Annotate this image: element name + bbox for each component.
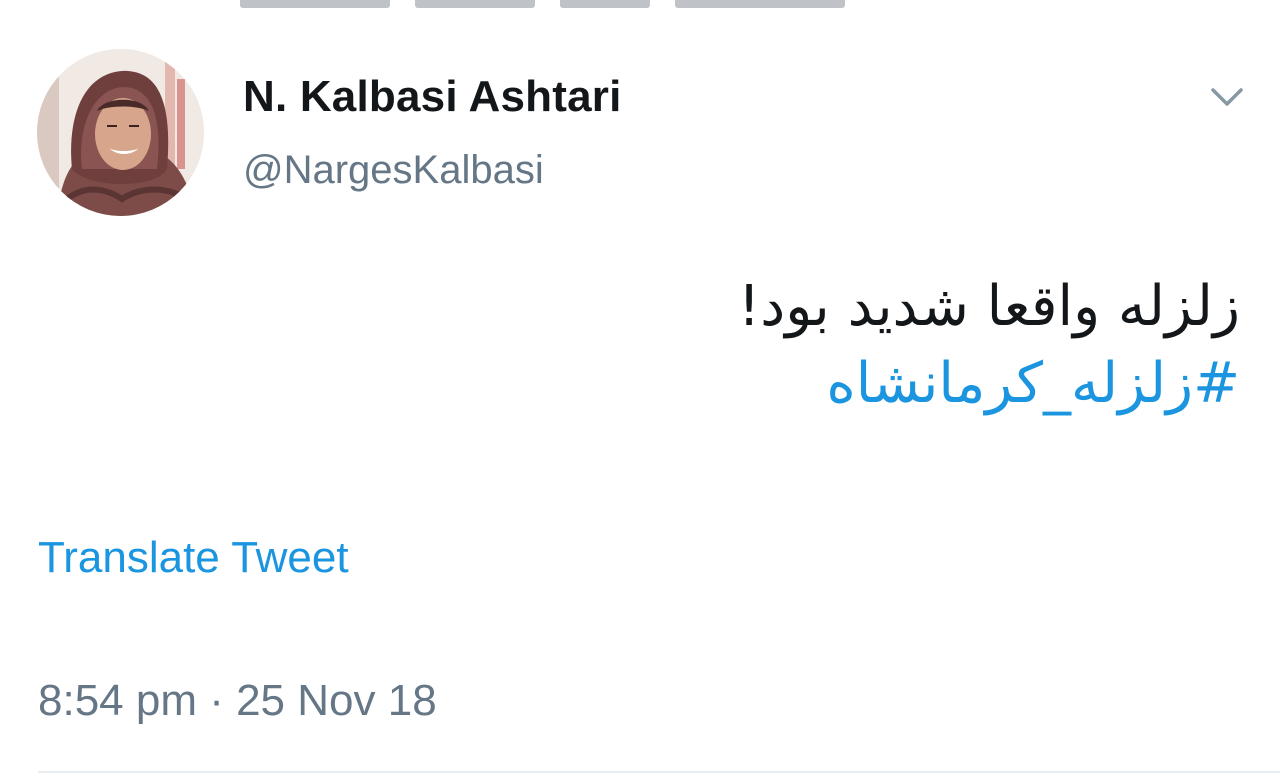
user-handle[interactable]: @NargesKalbasi: [243, 148, 544, 193]
avatar-photo: [37, 49, 204, 216]
tweet-body: زلزله واقعا شدید بود! #زلزله_کرمانشاه: [240, 262, 1240, 416]
tweet-text: زلزله واقعا شدید بود!: [737, 274, 1240, 339]
more-options-button[interactable]: [1205, 80, 1249, 114]
tweet-detail-view: N. Kalbasi Ashtari @NargesKalbasi زلزله …: [0, 0, 1280, 776]
chevron-down-icon: [1211, 88, 1243, 106]
previous-content-clipped: [230, 0, 870, 8]
tweet-timestamp[interactable]: 8:54 pm · 25 Nov 18: [38, 676, 437, 726]
translate-tweet-link[interactable]: Translate Tweet: [38, 533, 349, 583]
avatar[interactable]: [37, 49, 204, 216]
hashtag-link[interactable]: #زلزله_کرمانشاه: [826, 352, 1240, 416]
display-name[interactable]: N. Kalbasi Ashtari: [243, 72, 622, 122]
divider: [38, 771, 1280, 773]
